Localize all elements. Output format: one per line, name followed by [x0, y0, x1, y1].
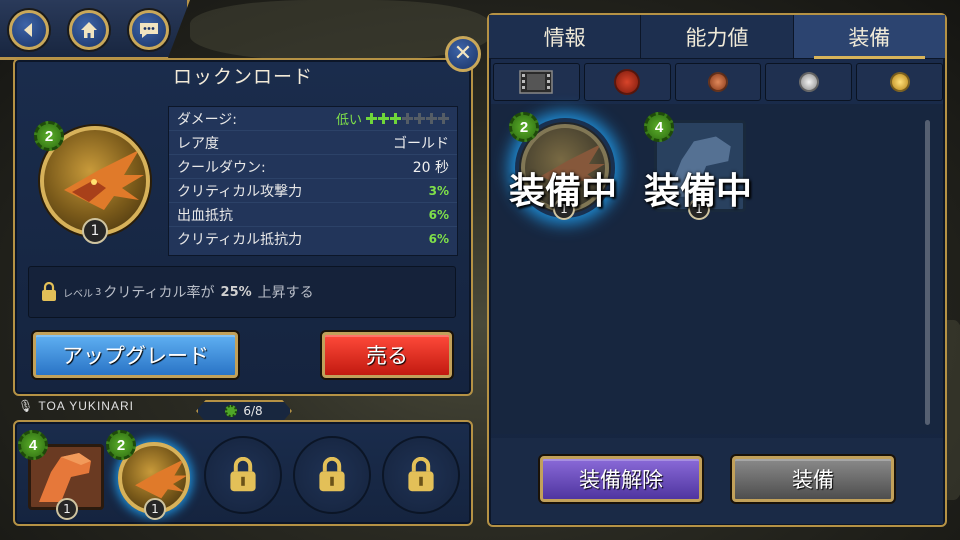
equipped-label: 装備中	[643, 171, 752, 212]
lock-icon	[42, 282, 56, 301]
damage-text: 低い	[335, 113, 362, 128]
item-title: ロックンロード	[172, 67, 313, 88]
stat-label: クリティカル抵抗力	[177, 232, 303, 248]
equipment-slot-medal[interactable]: 2 1	[106, 430, 198, 520]
chat-bubble-icon	[140, 23, 158, 38]
stat-label: レア度	[177, 135, 219, 152]
slot-counter: 6/8	[196, 400, 292, 422]
damage-pip	[378, 113, 389, 124]
lock-icon	[230, 457, 256, 492]
damage-pip	[426, 113, 437, 124]
crew-name: 🎙 TOA YUKINARI	[18, 399, 134, 413]
red-medal-icon	[614, 69, 641, 95]
unlock-text-b: 上昇する	[257, 285, 314, 301]
stat-value: 6%	[428, 207, 449, 222]
stat-damage: ダメージ: 低い	[169, 107, 457, 131]
tab-stats[interactable]: 能力値	[641, 15, 794, 58]
tab-equipment[interactable]: 装備	[793, 15, 945, 59]
unlock-value: 25%	[220, 284, 252, 300]
unlock-level-prefix: レベル	[63, 288, 93, 300]
lock-icon	[408, 457, 434, 492]
scrollbar[interactable]	[925, 120, 930, 425]
filter-red[interactable]	[583, 63, 671, 101]
stat-value: ゴールド	[393, 135, 449, 152]
bronze-medal-icon	[707, 72, 728, 92]
equipped-item-medal[interactable]: 2 1 装備中	[505, 112, 621, 222]
tab-bar: 情報 能力値 装備	[489, 15, 945, 59]
rank-badge: 1	[56, 498, 78, 520]
film-icon	[519, 70, 554, 94]
unequip-button[interactable]: 装備解除	[540, 456, 702, 502]
damage-pips	[366, 113, 449, 124]
silver-medal-icon	[798, 72, 819, 92]
gear-level-badge: 4	[18, 430, 48, 460]
chat-button[interactable]	[129, 10, 169, 50]
damage-pip	[402, 113, 413, 124]
stat-crit-resist: クリティカル抵抗力 6%	[169, 227, 457, 251]
unlock-text-a: クリティカル率が	[103, 285, 215, 301]
back-arrow-icon	[24, 23, 32, 37]
upgrade-button[interactable]: アップグレード	[33, 332, 238, 378]
stats-table: ダメージ: 低い レア度 ゴールド クールダウン: 20 秒 クリティカル攻撃力…	[168, 106, 458, 256]
home-icon	[81, 22, 97, 38]
stat-label: 出血抵抗	[177, 207, 233, 224]
unlock-level-num: 3	[95, 286, 102, 298]
stat-value: 3%	[428, 183, 449, 198]
tab-info[interactable]: 情報	[489, 15, 642, 58]
damage-pip	[438, 113, 449, 124]
damage-pip	[390, 113, 401, 124]
stat-label: クリティカル攻撃力	[177, 183, 303, 200]
stat-cooldown: クールダウン: 20 秒	[169, 155, 457, 179]
filter-film[interactable]	[493, 63, 580, 101]
filter-gold[interactable]	[856, 63, 943, 101]
equipment-slot-card[interactable]: 4 1	[18, 430, 108, 520]
microphone-icon: 🎙	[18, 399, 35, 413]
slot-counter-text: 6/8	[243, 404, 263, 418]
unlock-perk-box: レベル 3 クリティカル率が 25% 上昇する	[28, 266, 456, 318]
damage-pip	[414, 113, 425, 124]
locked-slot[interactable]	[204, 436, 282, 514]
gear-icon	[225, 405, 238, 417]
stat-label: ダメージ:	[177, 111, 238, 128]
gear-level-badge: 2	[509, 112, 539, 142]
gold-medal-icon	[889, 72, 910, 92]
stat-value: 20 秒	[412, 159, 449, 176]
filter-silver[interactable]	[765, 63, 853, 101]
back-button[interactable]	[9, 10, 49, 50]
crew-name-text: TOA YUKINARI	[38, 399, 134, 413]
damage-pip	[366, 113, 377, 124]
equip-button[interactable]: 装備	[732, 456, 894, 502]
locked-slot[interactable]	[293, 436, 371, 514]
close-button[interactable]: ✕	[445, 36, 481, 72]
sell-button[interactable]: 売る	[322, 332, 452, 378]
stat-crit-damage: クリティカル攻撃力 3%	[169, 179, 457, 203]
stat-bleed-resist: 出血抵抗 6%	[169, 203, 457, 227]
close-icon: ✕	[453, 41, 473, 66]
gear-level-badge: 2	[34, 121, 64, 151]
gear-level-badge: 2	[106, 430, 136, 460]
stat-damage-value: 低い	[336, 109, 449, 128]
stat-rarity: レア度 ゴールド	[169, 131, 457, 155]
filter-bronze[interactable]	[674, 63, 762, 101]
rank-badge: 1	[82, 218, 108, 244]
stat-label: クールダウン:	[177, 159, 266, 176]
home-button[interactable]	[69, 10, 109, 50]
lock-icon	[319, 457, 345, 492]
gear-level-badge: 4	[644, 112, 674, 142]
rank-badge: 1	[144, 498, 166, 520]
stat-value: 6%	[428, 232, 449, 246]
equipped-item-card[interactable]: 4 1 装備中	[640, 112, 756, 222]
equipped-label: 装備中	[508, 171, 617, 212]
locked-slot[interactable]	[382, 436, 460, 514]
filter-bar	[493, 63, 943, 101]
